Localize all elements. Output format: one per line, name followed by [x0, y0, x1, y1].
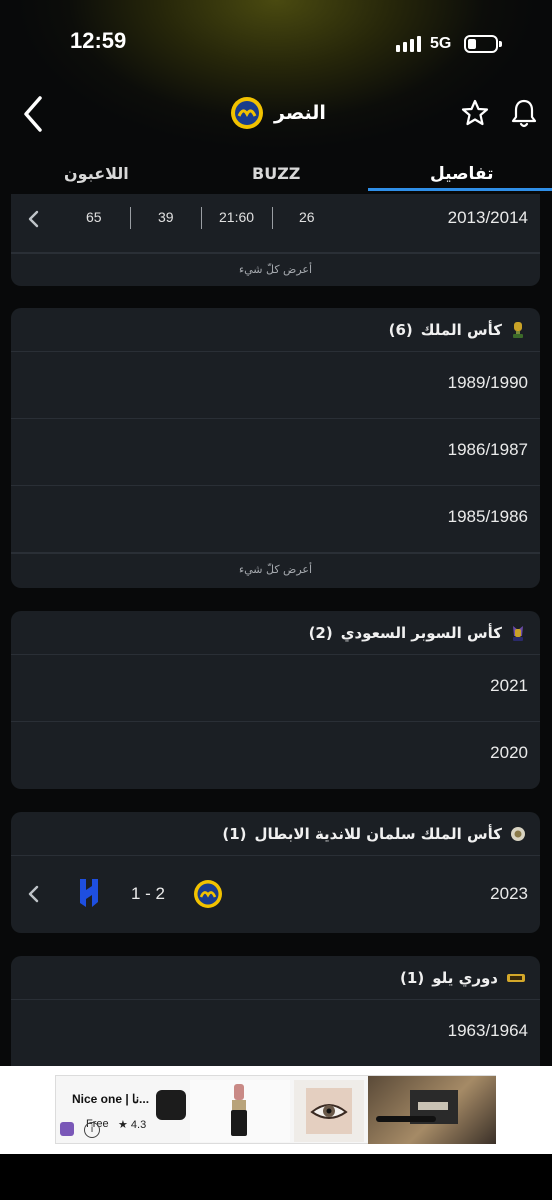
back-arrow-icon[interactable] [18, 94, 50, 134]
competition-title: كأس السوبر السعودي [340, 623, 502, 642]
lipstick-product-image [190, 1080, 290, 1142]
ad-title: Nice one | نا... [72, 1092, 150, 1106]
nice-one-logo-icon [156, 1090, 186, 1120]
season-label: 2020 [490, 743, 528, 762]
tab-players[interactable]: اللاعبون [64, 164, 129, 183]
super-cup-season-row[interactable]: 2020 [11, 722, 540, 789]
yelo-league-logo-icon [507, 973, 525, 982]
competition-title: دوري يلو [432, 968, 498, 987]
details-scroll-area[interactable]: 2013/2014 26 21:60 39 65 أعرض كلّ شيء (6… [0, 194, 552, 1066]
chevron-left-icon[interactable] [27, 884, 41, 904]
super-cup-card: (2) كأس السوبر السعودي 2021 2020 [11, 611, 540, 789]
adchoices-icon[interactable] [60, 1122, 74, 1136]
stat-value: 26 [299, 209, 315, 225]
stat-divider [272, 207, 273, 229]
tab-bar: اللاعبون BUZZ تفاصيل [0, 160, 552, 194]
al-nassr-crest-icon [231, 97, 263, 129]
salman-cup-header: (1) كأس الملك سلمان للاندية الابطال [11, 812, 540, 856]
battery-icon [464, 35, 498, 53]
show-all-link[interactable]: أعرض كلّ شيء [11, 253, 540, 285]
league-card: 2013/2014 26 21:60 39 65 أعرض كلّ شيء [11, 194, 540, 286]
season-label: 1985/1986 [447, 507, 528, 526]
favorite-star-icon[interactable] [460, 98, 490, 128]
info-icon[interactable]: i [84, 1122, 100, 1138]
competition-title: كأس الملك سلمان للاندية الابطال [254, 824, 502, 843]
season-label: 1963/1964 [447, 1021, 528, 1040]
kings-cup-trophy-icon [513, 321, 523, 338]
show-all-link[interactable]: أعرض كلّ شيء [11, 553, 540, 585]
signal-strength-icon [396, 36, 421, 52]
competition-count: (6) [388, 320, 413, 339]
stat-divider [130, 207, 131, 229]
chevron-left-icon[interactable] [27, 209, 41, 229]
tab-buzz[interactable]: BUZZ [252, 164, 300, 183]
team-name: النصر [274, 102, 326, 124]
super-cup-header: (2) كأس السوبر السعودي [11, 611, 540, 655]
stat-divider [201, 207, 202, 229]
season-label: 2021 [490, 676, 528, 695]
match-score: 1 - 2 [131, 884, 166, 903]
season-label: 1989/1990 [447, 373, 528, 392]
active-tab-indicator [368, 188, 552, 191]
competition-count: (1) [222, 824, 247, 843]
notification-bell-icon[interactable] [508, 96, 540, 130]
kings-cup-header: (6) كأس الملك [11, 308, 540, 352]
league-season-row[interactable]: 2013/2014 26 21:60 39 65 [11, 194, 540, 253]
ad-banner[interactable]: Nice one | نا... Free ★ 4.3 i [55, 1075, 496, 1144]
competition-count: (1) [400, 968, 425, 987]
kings-cup-season-row[interactable]: 1985/1986 [11, 486, 540, 553]
eye-makeup-image [294, 1080, 364, 1142]
ad-rating: ★ 4.3 [118, 1119, 147, 1131]
yelo-league-header: (1) دوري يلو [11, 956, 540, 1000]
cosmetics-set-image [368, 1076, 496, 1144]
super-cup-trophy-icon [513, 625, 523, 641]
home-indicator-area [0, 1154, 552, 1200]
super-cup-season-row[interactable]: 2021 [11, 655, 540, 722]
yelo-league-season-row[interactable]: 1963/1964 [11, 1000, 540, 1066]
salman-cup-match-row[interactable]: 2023 1 - 2 [11, 856, 540, 932]
competition-title: كأس الملك [420, 320, 502, 339]
al-hilal-crest-icon [80, 879, 98, 907]
top-nav: النصر [0, 86, 552, 142]
kings-cup-card: (6) كأس الملك 1989/1990 1986/1987 1985/1… [11, 308, 540, 588]
kings-cup-season-row[interactable]: 1989/1990 [11, 352, 540, 419]
al-nassr-crest-icon [194, 880, 222, 908]
season-label: 2023 [490, 884, 528, 903]
salman-cup-trophy-icon [511, 826, 525, 841]
tab-details[interactable]: تفاصيل [430, 164, 494, 184]
kings-cup-season-row[interactable]: 1986/1987 [11, 419, 540, 486]
competition-count: (2) [308, 623, 333, 642]
stat-value: 65 [86, 209, 102, 225]
season-label: 1986/1987 [447, 440, 528, 459]
season-stats: 26 21:60 39 65 [11, 194, 540, 250]
yelo-league-card: (1) دوري يلو 1963/1964 [11, 956, 540, 1066]
network-type: 5G [430, 35, 452, 52]
stat-value: 21:60 [219, 209, 255, 225]
battery-nub [499, 41, 502, 47]
status-bar: 12:59 5G [0, 0, 552, 80]
stat-value: 39 [158, 209, 174, 225]
team-title: النصر [230, 96, 326, 130]
status-time: 12:59 [70, 28, 127, 53]
ad-area: Nice one | نا... Free ★ 4.3 i [0, 1066, 552, 1154]
salman-cup-card: (1) كأس الملك سلمان للاندية الابطال 2023… [11, 812, 540, 933]
